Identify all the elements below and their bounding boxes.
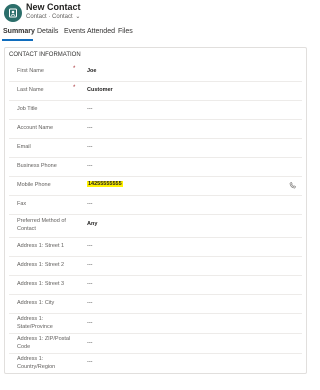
tab-events-attended[interactable]: Events Attended <box>64 28 115 35</box>
chevron-down-icon: ⌄ <box>75 14 81 20</box>
field-label: Business Phone <box>17 163 57 169</box>
field-row-country: Address 1: Country/Region --- <box>9 353 302 372</box>
field-label: Address 1: ZIP/Postal Code <box>17 336 71 350</box>
field-row-street-1: Address 1: Street 1 --- <box>9 237 302 257</box>
preferred-contact-method-field[interactable]: Any <box>87 221 97 227</box>
field-row-last-name: Last Name * Customer <box>9 81 302 101</box>
fax-field[interactable]: --- <box>87 201 93 207</box>
postal-code-field[interactable]: --- <box>87 340 93 346</box>
city-field[interactable]: --- <box>87 300 93 306</box>
field-label: Job Title <box>17 106 38 112</box>
field-row-preferred-contact-method: Preferred Method of Contact Any <box>9 214 302 238</box>
field-row-mobile-phone: Mobile Phone 14255555555 <box>9 176 302 196</box>
first-name-field[interactable]: Joe <box>87 68 96 74</box>
entity-form-label: Contact · Contact <box>26 14 73 20</box>
contact-information-section: CONTACT INFORMATION First Name * Joe Las… <box>4 47 307 374</box>
contact-avatar <box>4 4 22 22</box>
field-row-city: Address 1: City --- <box>9 294 302 314</box>
field-row-first-name: First Name * Joe <box>9 62 302 82</box>
field-label: Address 1: Country/Region <box>17 356 56 370</box>
phone-icon[interactable] <box>289 182 296 189</box>
field-label: Address 1: City <box>17 300 55 306</box>
required-indicator: * <box>73 85 76 91</box>
page-title: New Contact <box>26 2 81 12</box>
field-label: Address 1: Street 2 <box>17 262 65 268</box>
tab-files[interactable]: Files <box>118 28 133 35</box>
tab-details[interactable]: Details <box>37 28 58 35</box>
field-label: Email <box>17 144 31 150</box>
field-label: Last Name <box>17 87 44 93</box>
entity-form-selector[interactable]: Contact · Contact ⌄ <box>26 13 80 20</box>
job-title-field[interactable]: --- <box>87 106 93 112</box>
state-province-field[interactable]: --- <box>87 320 93 326</box>
field-row-postal-code: Address 1: ZIP/Postal Code --- <box>9 333 302 354</box>
field-label: Mobile Phone <box>17 182 51 188</box>
field-label: Address 1: Street 3 <box>17 281 65 287</box>
contact-icon <box>9 8 17 18</box>
field-label: Address 1: Street 1 <box>17 243 65 249</box>
section-title: CONTACT INFORMATION <box>9 52 81 58</box>
field-row-street-3: Address 1: Street 3 --- <box>9 275 302 295</box>
street-3-field[interactable]: --- <box>87 281 93 287</box>
business-phone-field[interactable]: --- <box>87 163 93 169</box>
country-region-field[interactable]: --- <box>87 359 93 365</box>
field-label: Fax <box>17 201 27 207</box>
field-row-business-phone: Business Phone --- <box>9 157 302 177</box>
required-indicator: * <box>73 66 76 72</box>
street-2-field[interactable]: --- <box>87 262 93 268</box>
field-label: First Name <box>17 68 44 74</box>
street-1-field[interactable]: --- <box>87 243 93 249</box>
field-label: Preferred Method of Contact <box>17 218 66 232</box>
account-name-field[interactable]: --- <box>87 125 93 131</box>
field-label: Account Name <box>17 125 54 131</box>
active-tab-indicator <box>2 39 33 41</box>
field-row-email: Email --- <box>9 138 302 158</box>
form-header: New Contact Contact · Contact ⌄ <box>0 0 313 26</box>
field-row-fax: Fax --- <box>9 195 302 215</box>
field-row-job-title: Job Title --- <box>9 100 302 120</box>
form-tabs: Summary Details Events Attended Files <box>0 28 313 41</box>
field-row-street-2: Address 1: Street 2 --- <box>9 256 302 276</box>
field-row-account-name: Account Name --- <box>9 119 302 139</box>
field-label: Address 1: State/Province <box>17 316 53 330</box>
email-field[interactable]: --- <box>87 144 93 150</box>
tab-summary[interactable]: Summary <box>3 28 35 35</box>
last-name-field[interactable]: Customer <box>87 87 113 93</box>
mobile-phone-field[interactable]: 14255555555 <box>87 181 123 187</box>
field-row-state: Address 1: State/Province --- <box>9 313 302 334</box>
